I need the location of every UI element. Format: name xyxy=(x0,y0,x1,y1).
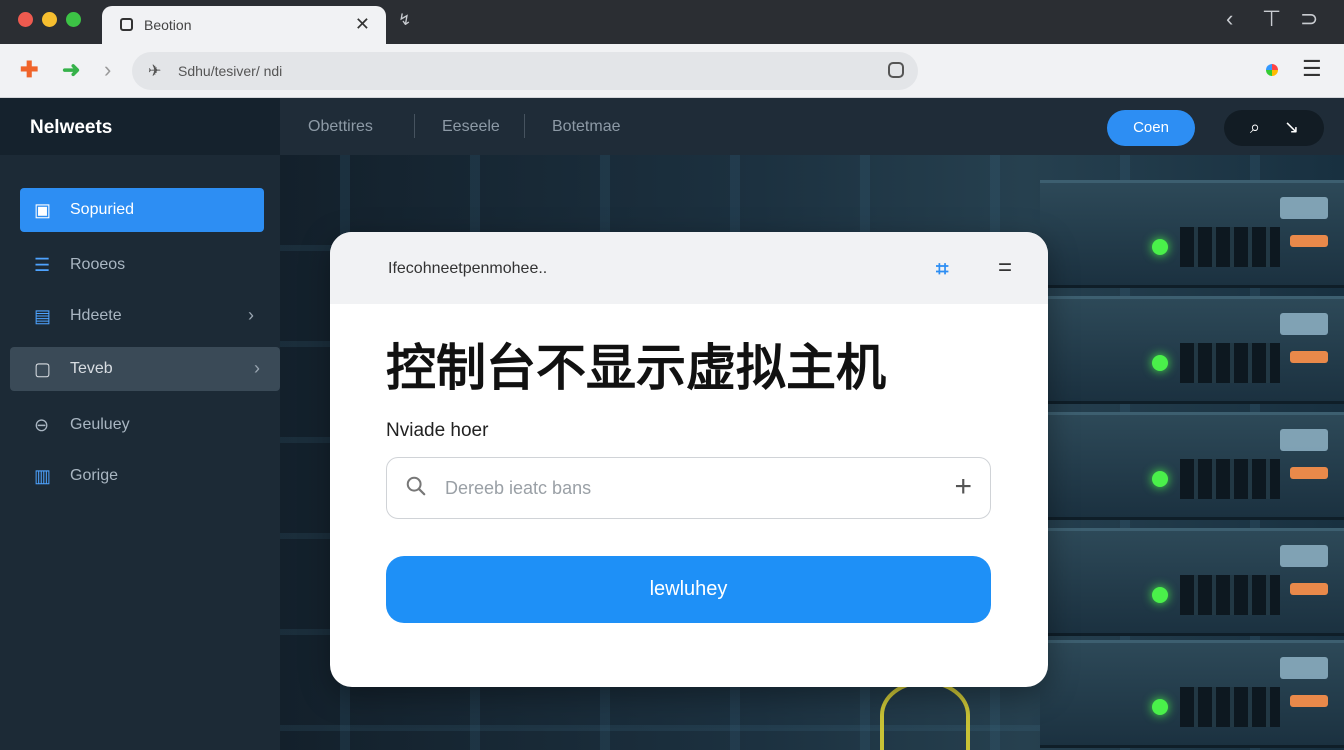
server-rack xyxy=(1040,640,1344,748)
sidebar-toggle-icon[interactable]: ⊃ xyxy=(1300,6,1318,32)
reload-icon[interactable] xyxy=(888,62,904,78)
sidebar-item-label: Rooeos xyxy=(70,256,126,273)
browser-tab-bar: Beotion ✕ ↯ ‹ ⊤ ⊃ xyxy=(0,0,1344,44)
browser-menu-icon[interactable]: ☰ xyxy=(1302,56,1322,82)
box-icon: ▢ xyxy=(34,359,52,379)
list-icon: ☰ xyxy=(34,255,51,275)
chevron-right-icon: › xyxy=(248,305,254,325)
nav-divider xyxy=(414,114,415,138)
server-rack xyxy=(1040,528,1344,636)
tab-title: Beotion xyxy=(144,17,192,33)
maximize-window-button[interactable] xyxy=(66,12,81,27)
sidebar-item-label: Geuluey xyxy=(70,416,130,433)
url-text[interactable]: Sdhu/tesiver/ ndi xyxy=(178,63,282,79)
sidebar-item-label: Hdeete xyxy=(70,307,122,324)
sidebar: Nelweets ▣ Sopuried ☰ Rooeos ▤ Hdeete › … xyxy=(0,98,280,750)
server-rack xyxy=(1040,296,1344,404)
chevron-right-icon: › xyxy=(254,358,260,378)
card-header-text: Ifecohneetpenmohee.. xyxy=(388,260,548,277)
tab-favicon-icon xyxy=(120,18,133,31)
sidebar-title: Nelweets xyxy=(30,117,113,138)
link-icon: ⊖ xyxy=(34,415,50,435)
menu-icon[interactable]: = xyxy=(998,254,1012,282)
plus-icon[interactable]: + xyxy=(954,470,972,504)
sidebar-item-label: Gorige xyxy=(70,467,119,484)
search-toolbar: ⌕ ↘ xyxy=(1224,110,1324,146)
cable-image xyxy=(880,680,970,750)
search-icon xyxy=(406,476,426,496)
close-window-button[interactable] xyxy=(18,12,33,27)
browser-tab[interactable]: Beotion ✕ xyxy=(102,6,386,44)
sidebar-header: Nelweets xyxy=(0,98,280,155)
nav-link-botetmae[interactable]: Botetmae xyxy=(552,118,620,136)
chart-icon: ▥ xyxy=(34,466,52,486)
open-button[interactable]: Coen xyxy=(1107,110,1195,146)
arrow-right-icon[interactable]: ➜ xyxy=(62,57,80,83)
search-icon[interactable]: ⌕ xyxy=(1250,117,1260,138)
sidebar-item-label: Sopuried xyxy=(70,201,135,218)
search-field[interactable]: + xyxy=(386,457,991,519)
arrow-left-icon[interactable]: ✚ xyxy=(20,57,38,83)
url-field[interactable]: ✈ Sdhu/tesiver/ ndi xyxy=(132,52,918,90)
site-info-icon[interactable]: ✈ xyxy=(148,61,161,81)
top-nav-bar: Obettires Eeseele Botetmae Coen ⌕ ↘ xyxy=(280,98,1344,155)
sidebar-item-geuluey[interactable]: ⊖ Geuluey xyxy=(20,403,264,447)
sidebar-item-sopuried[interactable]: ▣ Sopuried xyxy=(20,188,264,232)
tab-close-icon[interactable]: ✕ xyxy=(355,14,370,35)
server-icon: ▤ xyxy=(34,306,52,326)
server-rack xyxy=(1040,412,1344,520)
share-icon[interactable]: ⊤ xyxy=(1262,6,1281,32)
extension-icon[interactable] xyxy=(1266,64,1278,76)
card-header: Ifecohneetpenmohee.. ⌗ = xyxy=(330,232,1048,304)
sidebar-item-rooeos[interactable]: ☰ Rooeos xyxy=(20,243,264,287)
new-tab-icon[interactable]: ↯ xyxy=(398,10,411,30)
field-label: Nviade hoer xyxy=(386,420,489,441)
address-bar: ✚ ➜ › ✈ Sdhu/tesiver/ ndi ☰ xyxy=(0,44,1344,98)
grid-icon[interactable]: ⌗ xyxy=(936,256,948,282)
sidebar-item-hdeete[interactable]: ▤ Hdeete › xyxy=(20,294,264,338)
sidebar-item-teveb[interactable]: ▢ Teveb › xyxy=(10,347,280,391)
server-rack xyxy=(1040,180,1344,288)
folder-icon: ▣ xyxy=(34,200,52,220)
sidebar-item-label: Teveb xyxy=(70,360,113,377)
nav-link-obettires[interactable]: Obettires xyxy=(308,118,373,136)
page-title: 控制台不显示虚拟主机 xyxy=(386,340,886,396)
minimize-window-button[interactable] xyxy=(42,12,57,27)
search-input[interactable] xyxy=(445,474,925,502)
nav-link-eeseele[interactable]: Eeseele xyxy=(442,118,500,136)
sort-icon[interactable]: ↘ xyxy=(1284,117,1299,138)
chevron-right-icon[interactable]: › xyxy=(104,57,111,83)
chevron-left-icon[interactable]: ‹ xyxy=(1226,6,1233,32)
nav-divider xyxy=(524,114,525,138)
primary-action-button[interactable]: lewluhey xyxy=(386,556,991,623)
modal-card: Ifecohneetpenmohee.. ⌗ = 控制台不显示虚拟主机 Nvia… xyxy=(330,232,1048,687)
sidebar-item-gorige[interactable]: ▥ Gorige xyxy=(20,454,264,498)
